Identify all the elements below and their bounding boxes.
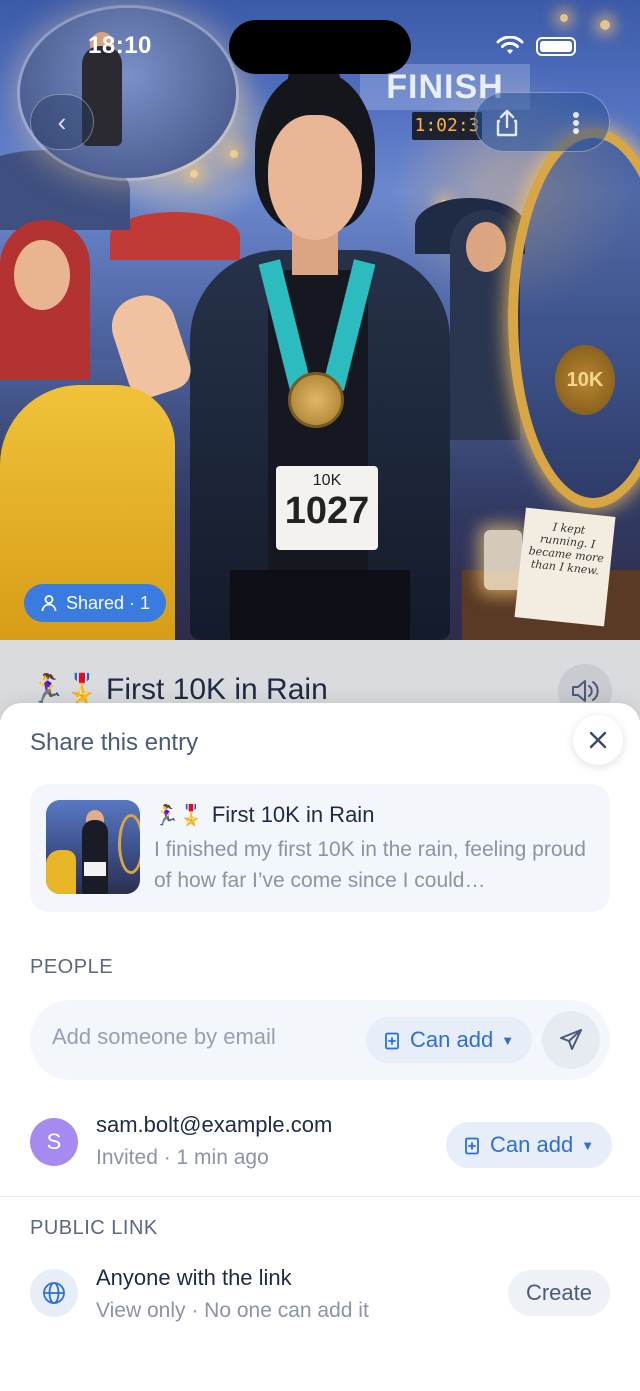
- user-icon: [41, 595, 57, 612]
- runner: 10K 1027: [170, 58, 470, 640]
- entry-emoji: 🏃‍♀️🎖️: [30, 673, 100, 704]
- sheet-title: Share this entry: [30, 729, 199, 756]
- wifi-icon: [496, 36, 524, 54]
- share-icon[interactable]: [491, 107, 523, 139]
- public-link-title: Anyone with the link: [96, 1265, 292, 1290]
- invite-permission-select[interactable]: Can add ▼: [366, 1017, 533, 1063]
- back-icon: ‹: [57, 107, 67, 137]
- preview-title: 🏃‍♀️🎖️ First 10K in Rain: [154, 800, 374, 831]
- send-icon: [560, 1029, 582, 1050]
- share-sheet: Share this entry 🏃‍♀️🎖️ First 10K in Rain…: [0, 703, 640, 1391]
- email-input[interactable]: [52, 1024, 352, 1050]
- people-section-label: PEOPLE: [30, 956, 114, 978]
- medal: [288, 372, 344, 428]
- handwritten-note: I kept running. I became more than I kne…: [514, 507, 616, 627]
- preview-title-text: First 10K in Rain: [211, 802, 375, 827]
- member-email: sam.bolt@example.com: [96, 1112, 333, 1137]
- entry-preview-card: 🏃‍♀️🎖️ First 10K in Rain I finished my fi…: [30, 784, 610, 912]
- create-link-button[interactable]: Create: [508, 1270, 610, 1316]
- globe-badge: [30, 1269, 78, 1317]
- public-link-subtitle: View only · No one can add it: [96, 1299, 369, 1322]
- dynamic-island: [229, 20, 411, 74]
- invite-row: Can add ▼: [30, 1000, 610, 1080]
- bib-number: 1027: [284, 490, 370, 532]
- spectator-face: [14, 240, 70, 310]
- battery-icon: [536, 37, 576, 56]
- public-link-row: Anyone with the link View only · No one …: [0, 1265, 640, 1335]
- status-time: 18:10: [88, 32, 152, 59]
- close-icon: [589, 731, 607, 749]
- candle: [484, 530, 522, 590]
- light: [600, 20, 610, 30]
- divider: [0, 1196, 640, 1197]
- speaker-icon: [572, 680, 599, 702]
- member-status: Invited · 1 min ago: [96, 1146, 269, 1169]
- send-invite-button[interactable]: [542, 1011, 600, 1069]
- runner-shorts: [230, 570, 410, 640]
- public-link-section-label: PUBLIC LINK: [30, 1217, 158, 1239]
- top-actions-pill: [474, 92, 610, 152]
- bib-label: 10K: [312, 472, 342, 489]
- preview-description: I finished my first 10K in the rain, fee…: [154, 838, 586, 892]
- avatar: S: [30, 1118, 78, 1166]
- more-icon[interactable]: [561, 109, 591, 137]
- entry-thumbnail: [46, 800, 140, 894]
- chevron-down-icon: ▼: [581, 1138, 595, 1153]
- back-button[interactable]: ‹: [30, 94, 94, 150]
- invite-permission-label: Can add: [410, 1027, 494, 1052]
- chevron-down-icon: ▼: [501, 1033, 515, 1048]
- member-permission-select[interactable]: Can add ▼: [446, 1122, 613, 1168]
- globe-icon: [43, 1282, 65, 1304]
- member-row: S sam.bolt@example.com Invited · 1 min a…: [0, 1108, 640, 1188]
- runner-face: [268, 115, 362, 240]
- race-bib: 10K 1027: [276, 466, 378, 550]
- member-permission-label: Can add: [490, 1132, 574, 1157]
- preview-emoji: 🏃‍♀️🎖️: [154, 805, 204, 827]
- hanging-medal: 10K: [555, 345, 615, 415]
- book-icon: [385, 1032, 399, 1050]
- spectator-face: [466, 222, 506, 272]
- book-icon: [465, 1137, 479, 1155]
- shared-chip[interactable]: Shared · 1: [24, 584, 167, 622]
- light: [560, 14, 568, 22]
- shared-chip-label: Shared · 1: [66, 593, 151, 613]
- close-button[interactable]: [573, 715, 623, 765]
